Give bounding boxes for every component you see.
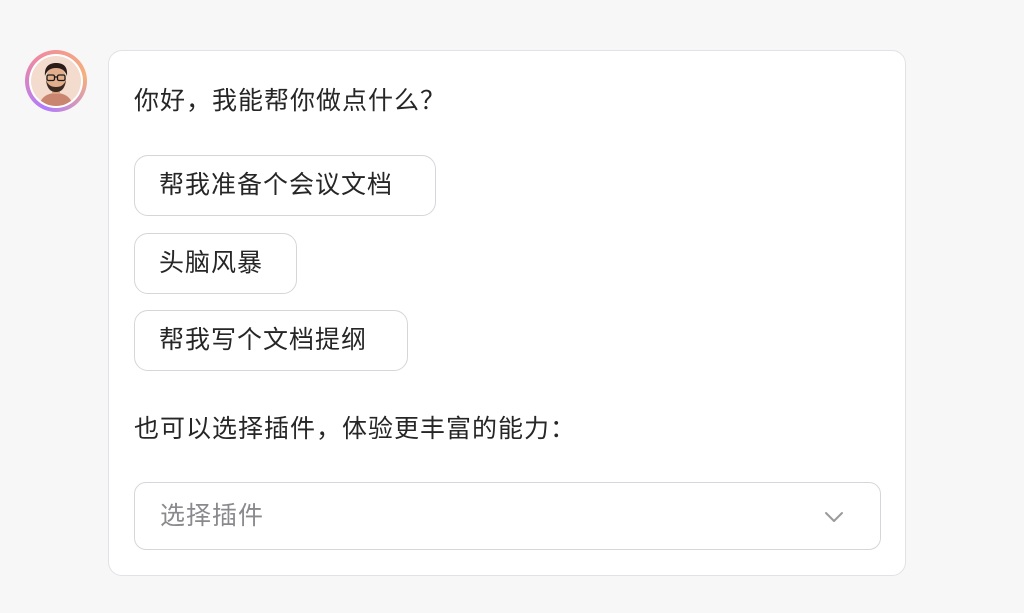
suggestion-brainstorm[interactable]: 头脑风暴 [134,233,297,294]
user-avatar-icon [31,56,81,106]
chevron-down-icon [825,512,843,522]
assistant-message-card: 你好，我能帮你做点什么？ 帮我准备个会议文档 头脑风暴 帮我写个文档提纲 也可以… [108,50,906,576]
plugin-select-placeholder: 选择插件 [160,501,265,530]
assistant-avatar [25,50,87,112]
avatar-frame [29,54,83,108]
chat-page: 你好，我能帮你做点什么？ 帮我准备个会议文档 头脑风暴 帮我写个文档提纲 也可以… [0,0,1024,613]
greeting-text: 你好，我能帮你做点什么？ [134,86,447,115]
plugin-hint-text: 也可以选择插件，体验更丰富的能力： [134,414,577,443]
plugin-select[interactable]: 选择插件 [134,482,881,550]
suggestion-write-outline[interactable]: 帮我写个文档提纲 [134,310,408,371]
suggestion-prepare-meeting-doc[interactable]: 帮我准备个会议文档 [134,155,436,216]
